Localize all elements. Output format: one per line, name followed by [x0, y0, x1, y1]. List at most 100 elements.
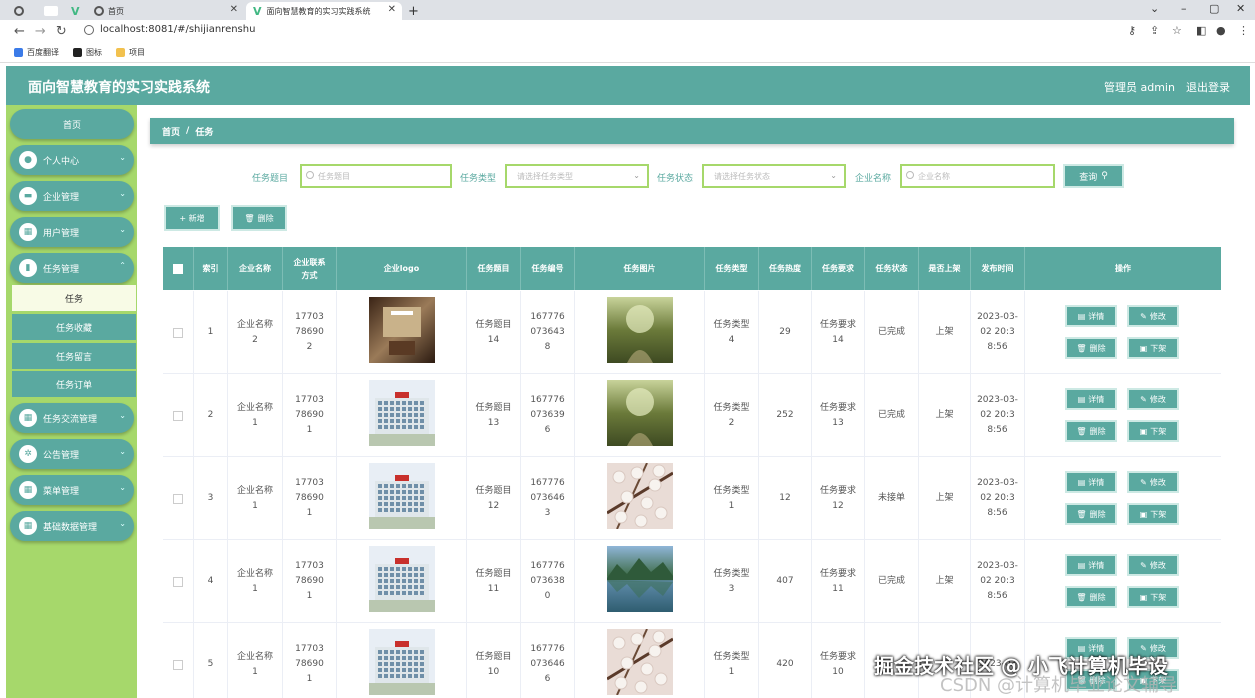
key-icon[interactable]: ⚷ — [1128, 24, 1136, 37]
grid-icon: ▦ — [19, 481, 37, 499]
offline-button[interactable]: ▣ 下架 — [1127, 503, 1179, 525]
task-picture-image[interactable] — [606, 379, 673, 452]
logout-link[interactable]: 退出登录 — [1186, 79, 1230, 95]
url-text[interactable]: localhost:8081/#/shijianrenshu — [100, 24, 255, 35]
delete-button[interactable]: 🗑 删除 — [1065, 337, 1117, 359]
row-checkbox[interactable] — [163, 291, 194, 374]
minimize-icon[interactable]: – — [1181, 2, 1187, 15]
folder-icon — [116, 48, 125, 57]
company-logo-image[interactable] — [368, 628, 435, 698]
cell-heat: 29 — [779, 327, 791, 337]
task-picture-image[interactable] — [605, 628, 674, 698]
offline-button[interactable]: ▣ 下架 — [1127, 586, 1179, 608]
sidebar-sub-task[interactable]: 任务 — [12, 285, 136, 311]
sidepanel-icon[interactable]: ◧ — [1196, 24, 1206, 37]
cell-code: 1677760736396 — [530, 395, 565, 435]
maximize-icon[interactable]: ▢ — [1209, 2, 1219, 15]
sidebar-item-menus[interactable]: ▦ 菜单管理 ⌄ — [10, 475, 134, 505]
edit-button[interactable]: ✎ 修改 — [1127, 554, 1179, 576]
sidebar-item-personal[interactable]: ● 个人中心 ⌄ — [10, 145, 134, 175]
delete-button[interactable]: 🗑 删除 — [1065, 503, 1117, 525]
detail-button[interactable]: ▤ 详情 — [1065, 305, 1117, 327]
sidebar-item-tasks[interactable]: ▮ 任务管理 ⌃ — [10, 253, 134, 283]
trash-icon: 🗑 — [1076, 509, 1087, 519]
row-checkbox[interactable] — [163, 540, 194, 623]
delete-button[interactable]: 🗑 删除 — [1065, 586, 1117, 608]
filter-status-select[interactable]: 请选择任务状态 ⌄ — [702, 164, 846, 188]
sidebar-sub-task-favorites[interactable]: 任务收藏 — [12, 314, 136, 340]
cell-picture — [575, 623, 705, 698]
row-checkbox[interactable] — [163, 457, 194, 540]
browser-tab-vue[interactable]: V — [64, 2, 86, 20]
filter-company-input[interactable]: 企业名称 — [900, 164, 1055, 188]
add-button[interactable]: + 新增 — [164, 205, 220, 231]
select-all-checkbox[interactable] — [163, 247, 194, 290]
back-icon[interactable]: ← — [14, 24, 25, 39]
company-logo-image[interactable] — [368, 545, 435, 618]
cell-company-wrap: 企业名称1 — [228, 457, 283, 540]
cell-code-wrap: 1677760736463 — [521, 457, 575, 540]
sidebar-item-company[interactable]: ▬ 企业管理 ⌄ — [10, 181, 134, 211]
sidebar-item-base-data[interactable]: ▦ 基础数据管理 ⌄ — [10, 511, 134, 541]
browser-tab-active[interactable]: V 面向智慧教育的实习实践系统 ✕ — [246, 2, 402, 20]
search-button[interactable]: 查询 ⚲ — [1063, 164, 1124, 188]
detail-button[interactable]: ▤ 详情 — [1065, 388, 1117, 410]
batch-delete-button[interactable]: 🗑 删除 — [231, 205, 287, 231]
close-tab-icon[interactable]: ✕ — [388, 4, 396, 15]
reload-icon[interactable]: ↻ — [56, 24, 67, 39]
task-picture-image[interactable] — [606, 545, 673, 618]
vue-logo-icon: V — [71, 4, 80, 18]
cell-title: 任务题目13 — [475, 402, 512, 428]
sidebar-item-notices[interactable]: ✲ 公告管理 ⌄ — [10, 439, 134, 469]
search-icon: ⚲ — [1101, 171, 1108, 181]
browser-tab-blank[interactable] — [40, 2, 62, 20]
cell-time: 2023-03-02 20:38:56 — [977, 561, 1018, 601]
browser-tab-pinned[interactable] — [8, 2, 30, 20]
menu-dots-icon[interactable]: ⋮ — [1238, 24, 1249, 37]
forward-icon[interactable]: → — [35, 24, 46, 39]
cell-phone-wrap: 17703786901 — [283, 374, 337, 457]
detail-button[interactable]: ▤ 详情 — [1065, 554, 1117, 576]
sidebar-item-users[interactable]: ▦ 用户管理 ⌄ — [10, 217, 134, 247]
row-checkbox[interactable] — [163, 623, 194, 698]
bookmark-icons[interactable]: 图标 — [73, 47, 102, 58]
bookmark-project[interactable]: 项目 — [116, 47, 145, 58]
profile-icon[interactable]: ● — [1216, 24, 1226, 37]
new-tab-button[interactable]: + — [408, 2, 424, 20]
company-logo-image[interactable] — [368, 379, 435, 452]
edit-button[interactable]: ✎ 修改 — [1127, 305, 1179, 327]
pencil-icon: ✎ — [1140, 477, 1147, 487]
share-icon[interactable]: ⇪ — [1150, 24, 1159, 37]
company-logo-image[interactable] — [368, 296, 435, 369]
edit-button[interactable]: ✎ 修改 — [1127, 471, 1179, 493]
sidebar-sub-task-messages[interactable]: 任务留言 — [12, 343, 136, 369]
cell-title: 任务题目11 — [475, 568, 512, 594]
company-logo-image[interactable] — [368, 462, 435, 535]
breadcrumb-home[interactable]: 首页 — [162, 125, 180, 138]
filter-type-select[interactable]: 请选择任务类型 ⌄ — [505, 164, 649, 188]
tab-search-icon[interactable]: ⌄ — [1150, 2, 1159, 15]
trash-icon: 🗑 — [1076, 426, 1087, 436]
bookmark-baidu-translate[interactable]: 百度翻译 — [14, 47, 59, 58]
task-picture-image[interactable] — [606, 296, 673, 369]
offline-button[interactable]: ▣ 下架 — [1127, 337, 1179, 359]
browser-tab-home[interactable]: 首页 ✕ — [88, 2, 244, 20]
cell-heat: 12 — [779, 493, 791, 503]
offline-button[interactable]: ▣ 下架 — [1127, 420, 1179, 442]
star-icon[interactable]: ☆ — [1172, 24, 1182, 37]
cell-title-wrap: 任务题目11 — [467, 540, 521, 623]
detail-button[interactable]: ▤ 详情 — [1065, 471, 1117, 493]
sidebar-item-task-exchange[interactable]: ▦ 任务交流管理 ⌄ — [10, 403, 134, 433]
row-checkbox[interactable] — [163, 374, 194, 457]
close-tab-icon[interactable]: ✕ — [230, 4, 238, 15]
sidebar-sub-task-orders[interactable]: 任务订单 — [12, 371, 136, 397]
col-code: 任务编号 — [521, 247, 575, 290]
delete-button[interactable]: 🗑 删除 — [1065, 420, 1117, 442]
cell-status: 已完成 — [877, 410, 905, 420]
filter-title-input[interactable]: 任务题目 — [300, 164, 452, 188]
close-window-icon[interactable]: ✕ — [1236, 2, 1245, 15]
task-picture-image[interactable] — [605, 462, 674, 535]
edit-button[interactable]: ✎ 修改 — [1127, 388, 1179, 410]
sidebar-item-home[interactable]: 首页 — [10, 109, 134, 139]
site-info-icon[interactable] — [84, 25, 94, 35]
